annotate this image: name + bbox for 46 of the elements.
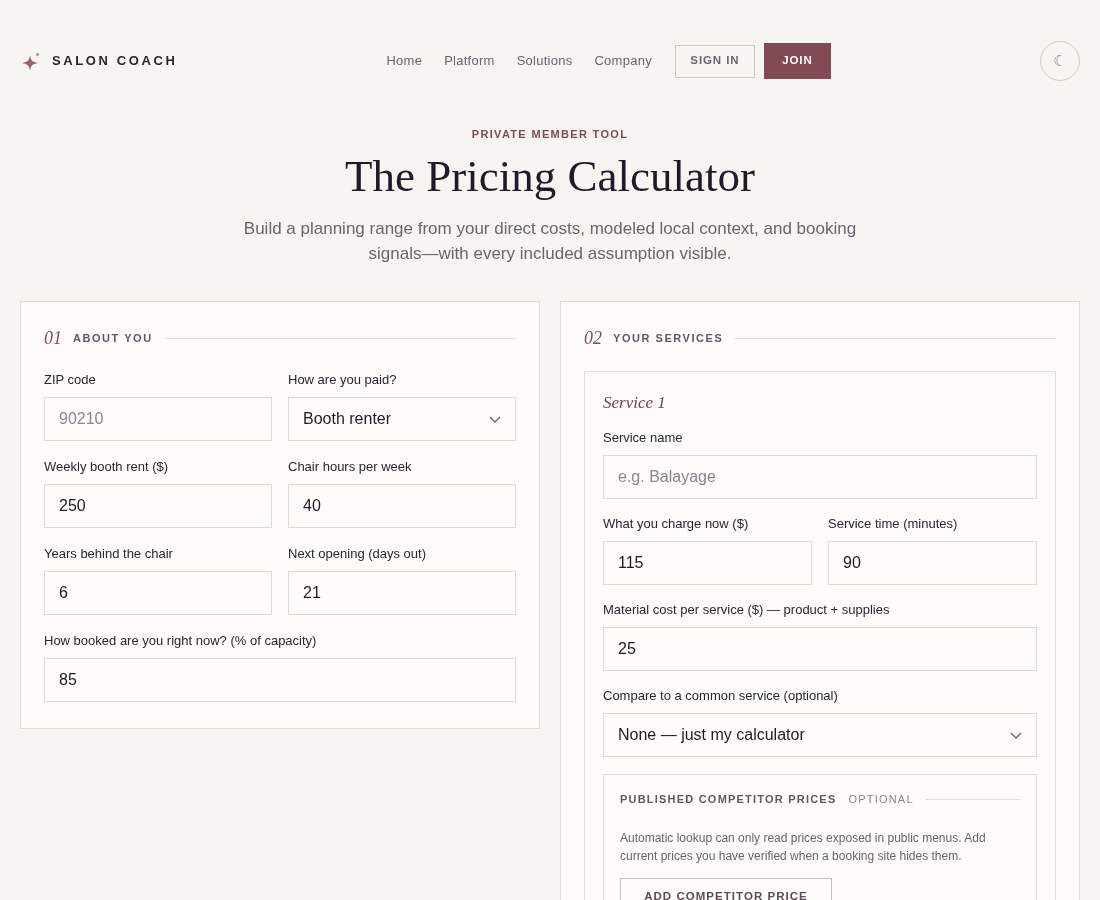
optional-tag: OPTIONAL (848, 791, 914, 808)
field-label: Chair hours per week (288, 459, 413, 475)
input-field[interactable]: 6 (44, 571, 272, 615)
sign-in-button[interactable]: SIGN IN (674, 44, 755, 78)
add-competitor-price-button[interactable]: ADD COMPETITOR PRICE (620, 878, 832, 900)
brand-name: SALON COACH (52, 52, 178, 71)
field-label: What you charge now ($) (603, 516, 750, 532)
eyebrow-text: PRIVATE MEMBER TOOL (471, 127, 629, 142)
select-field[interactable]: None — just my calculator (603, 713, 1037, 757)
input-field[interactable]: 25 (603, 627, 1037, 671)
chevron-down-icon (1010, 731, 1022, 739)
section-title: YOUR SERVICES (613, 330, 724, 346)
panel-note: Automatic lookup can only read prices exposed in public menus. Add current prices you have verified when a booking site hides them. (620, 830, 987, 865)
input-field[interactable]: 21 (288, 571, 516, 615)
select-field[interactable]: Booth renter (288, 397, 516, 441)
field-label: Compare to a common service (optional) (603, 688, 839, 704)
page-title: The Pricing Calculator (345, 152, 755, 200)
join-button[interactable]: JOIN (763, 43, 831, 79)
input-field[interactable]: 85 (44, 658, 516, 702)
nav-link[interactable]: Company (594, 51, 652, 71)
field-label: How are you paid? (288, 372, 398, 388)
nav-link[interactable]: Solutions (516, 51, 573, 71)
field-label: Weekly booth rent ($) (44, 459, 170, 475)
section-title: ABOUT YOU (73, 330, 153, 346)
field-label: How booked are you right now? (% of capacity) (44, 633, 318, 649)
field-label: Service time (minutes) (828, 516, 959, 532)
page-subtitle: Build a planning range from your direct costs, modeled local context, and booking signals—with every included assumption visible. (242, 218, 858, 265)
section-number: 01 (44, 326, 62, 350)
field-label: Next opening (days out) (288, 546, 428, 562)
field-label: Years behind the chair (44, 546, 174, 562)
field-label: ZIP code (44, 372, 97, 388)
input-field[interactable]: e.g. Balayage (603, 455, 1037, 499)
section-number: 02 (584, 326, 602, 350)
panel-title: PUBLISHED COMPETITOR PRICES (620, 792, 837, 808)
input-field[interactable]: 40 (288, 484, 516, 528)
field-label: Material cost per service ($) — product + supplies (603, 602, 891, 618)
input-field[interactable]: 250 (44, 484, 272, 528)
input-field[interactable]: 115 (603, 541, 812, 585)
service-title: Service 1 (603, 392, 667, 414)
chevron-down-icon (489, 415, 501, 423)
input-field[interactable]: 90210 (44, 397, 272, 441)
nav-link[interactable]: Home (386, 51, 423, 71)
field-label: Service name (603, 430, 684, 446)
sparkle-logo-icon (22, 51, 41, 71)
nav-link[interactable]: Platform (444, 51, 495, 71)
input-field[interactable]: 90 (828, 541, 1037, 585)
